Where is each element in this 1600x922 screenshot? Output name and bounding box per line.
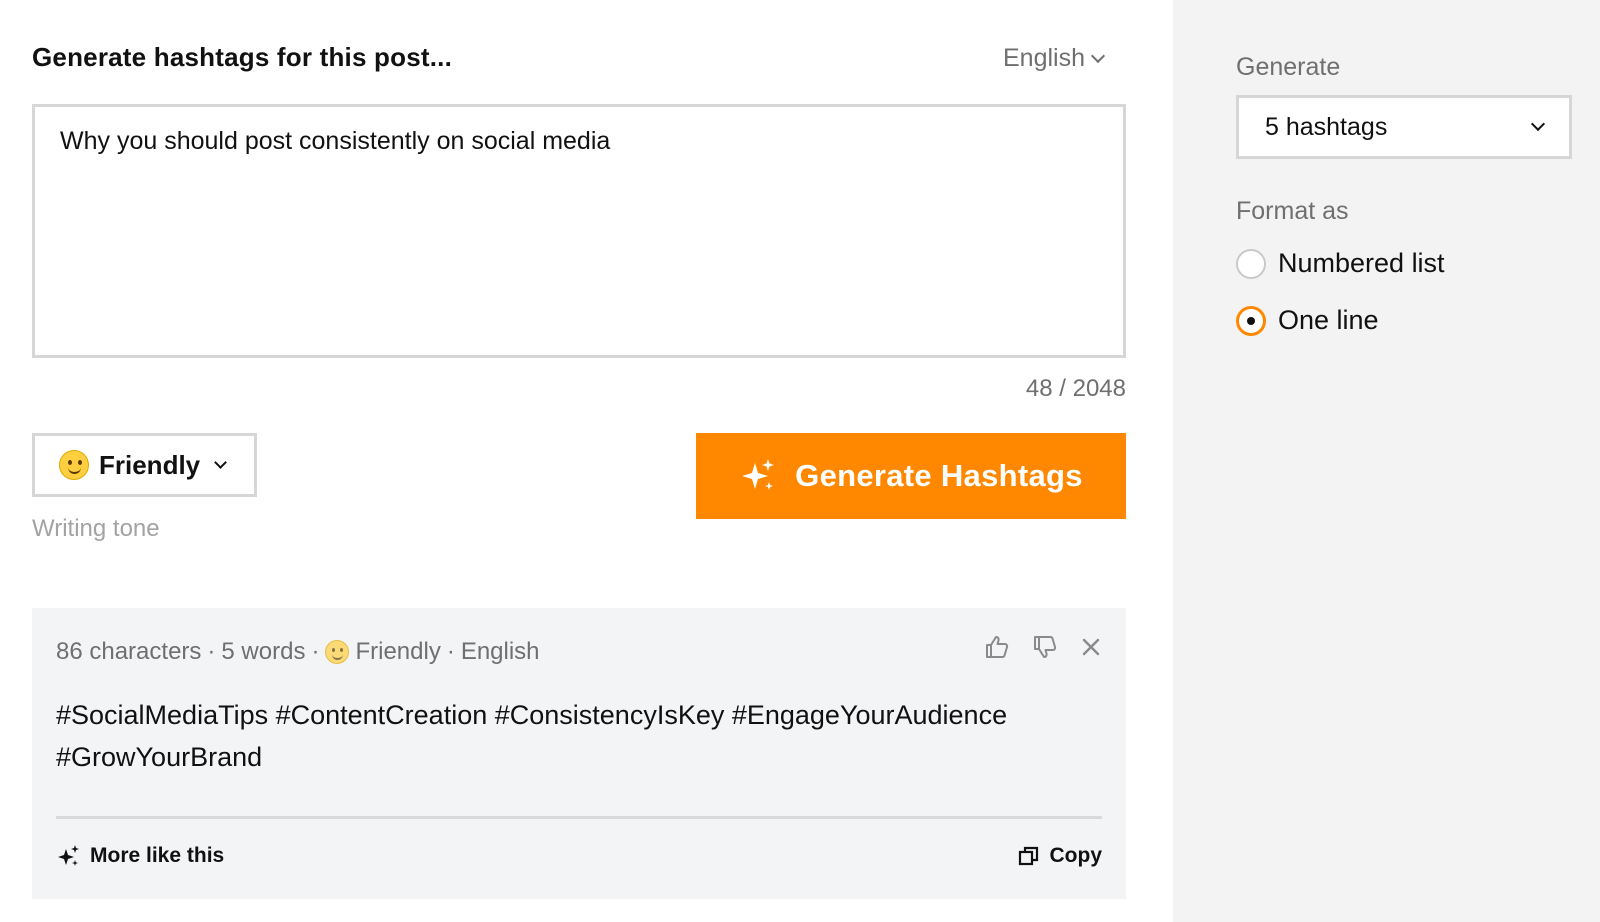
post-text-input[interactable]: Why you should post consistently on soci…: [32, 104, 1126, 358]
character-counter: 48 / 2048: [1025, 375, 1126, 402]
result-card: 86 characters · 5 words · Friendly · Eng…: [32, 608, 1126, 899]
result-language: English: [460, 638, 540, 665]
smile-emoji-icon: [325, 640, 350, 664]
main-panel: Generate hashtags for this post... Engli…: [0, 0, 1173, 922]
format-option-numbered-list[interactable]: Numbered list: [1236, 248, 1445, 279]
format-label: Format as: [1236, 197, 1349, 225]
radio-checked-icon[interactable]: [1236, 305, 1266, 336]
result-character-count: 86 characters: [56, 638, 202, 665]
sparkles-icon: [742, 459, 775, 490]
generate-hashtags-button[interactable]: Generate Hashtags: [696, 433, 1126, 519]
radio-unchecked-icon[interactable]: [1236, 248, 1266, 279]
more-like-this-label: More like this: [90, 844, 225, 867]
language-dropdown[interactable]: English: [1003, 44, 1173, 73]
thumbs-up-icon[interactable]: [984, 634, 1010, 660]
language-label: English: [1003, 44, 1085, 72]
more-like-this-button[interactable]: More like this: [56, 844, 224, 868]
copy-label: Copy: [1049, 844, 1103, 867]
chevron-down-icon: [1530, 116, 1546, 132]
meta-separator: ·: [446, 638, 455, 665]
format-option-one-line[interactable]: One line: [1236, 305, 1379, 336]
smile-emoji-icon: [59, 450, 89, 480]
generated-hashtags: #SocialMediaTips #ContentCreation #Consi…: [56, 700, 1008, 772]
generate-hashtags-label: Generate Hashtags: [795, 458, 1083, 493]
meta-separator: ·: [311, 638, 320, 665]
format-option-label: One line: [1278, 305, 1379, 335]
copy-icon: [1018, 846, 1038, 866]
result-meta: 86 characters · 5 words · Friendly · Eng…: [56, 638, 540, 666]
divider: [56, 816, 1102, 819]
close-icon[interactable]: [1080, 636, 1102, 658]
tone-caption: Writing tone: [32, 515, 160, 542]
page-title: Generate hashtags for this post...: [32, 42, 452, 72]
result-tone: Friendly: [355, 638, 441, 665]
chevron-down-icon: [1090, 48, 1106, 63]
hashtag-count-dropdown[interactable]: 5 hashtags: [1236, 95, 1572, 159]
settings-sidebar: Generate 5 hashtags Format as Numbered l…: [1173, 0, 1600, 922]
thumbs-down-icon[interactable]: [1032, 634, 1058, 660]
generate-label: Generate: [1236, 53, 1341, 81]
tone-dropdown[interactable]: Friendly: [32, 433, 257, 497]
chevron-down-icon: [214, 455, 228, 469]
format-option-label: Numbered list: [1278, 248, 1445, 278]
result-actions: [984, 634, 1102, 660]
meta-separator: ·: [207, 638, 216, 665]
hashtag-count-value: 5 hashtags: [1265, 112, 1388, 141]
tone-label: Friendly: [99, 449, 201, 480]
result-word-count: 5 words: [221, 638, 306, 665]
copy-button[interactable]: Copy: [1018, 844, 1103, 868]
sparkles-icon: [58, 845, 79, 866]
